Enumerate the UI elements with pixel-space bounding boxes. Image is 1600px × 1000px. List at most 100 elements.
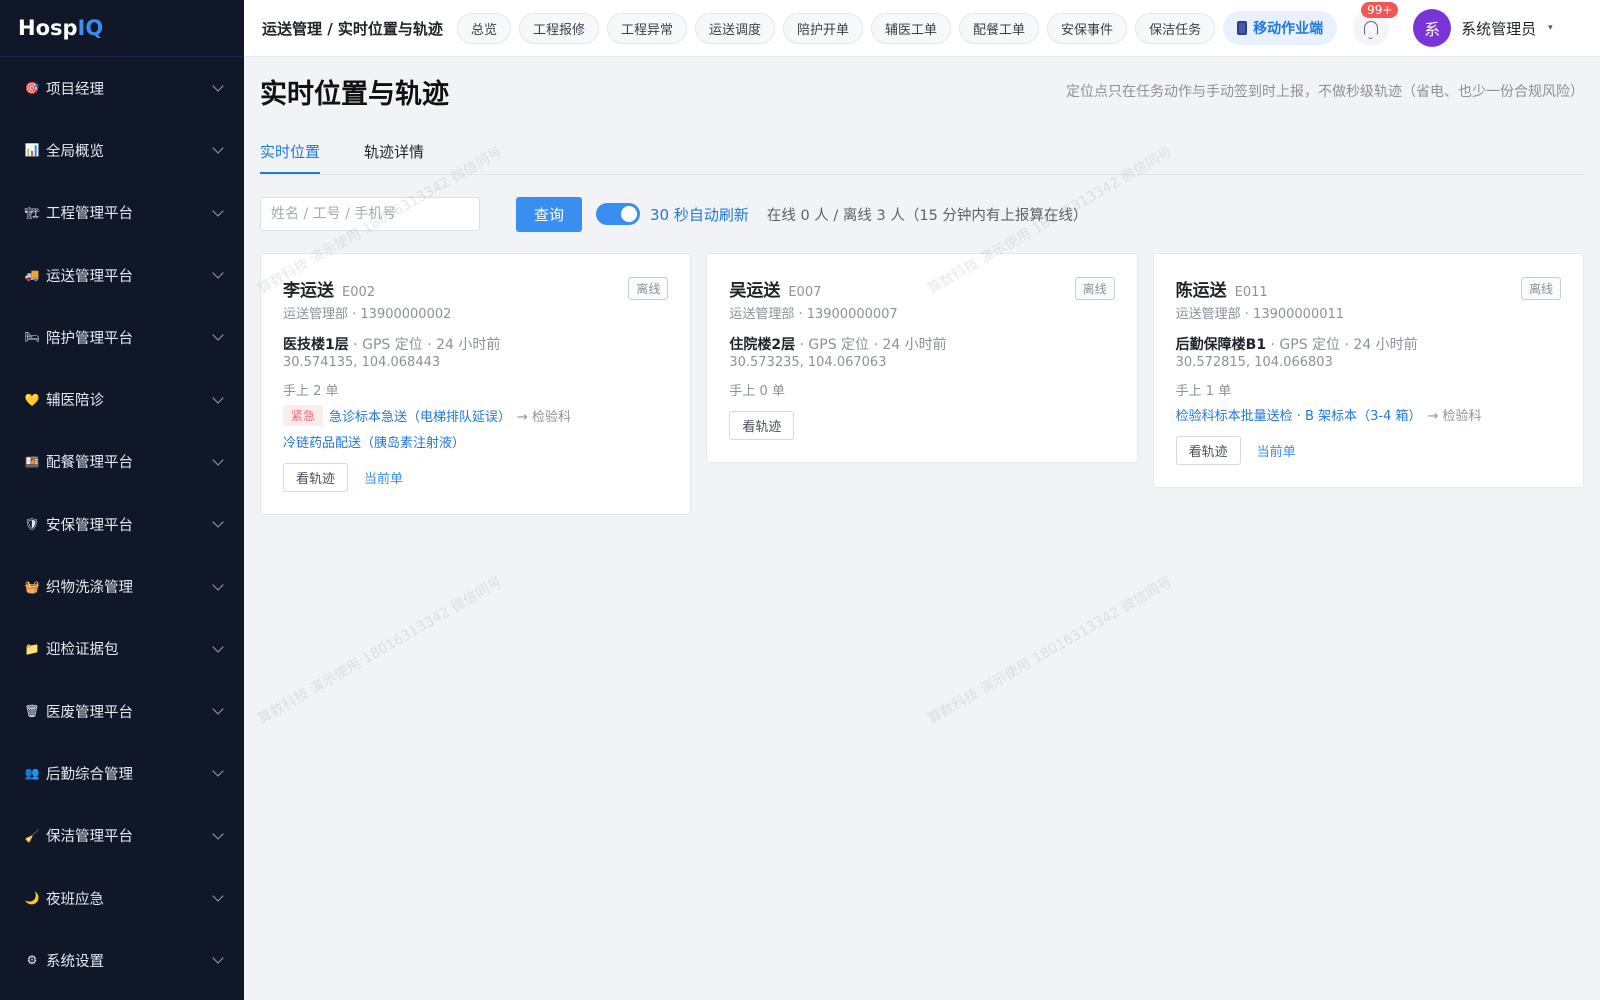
- sidebar: Hosp IQ 🎯 项目经理 📊 全局概览 🏗 工程管理平台 🚚 运送管理平台 🛏 陪护管理平台 💛 辅…: [0, 0, 244, 1000]
- quick-tab[interactable]: 安保事件: [1047, 12, 1128, 44]
- sidebar-item[interactable]: 🗑 医废管理平台: [0, 680, 244, 742]
- mobile-workspace-label: 移动作业端: [1253, 21, 1324, 37]
- sidebar-item[interactable]: 🍱 配餐管理平台: [0, 431, 244, 493]
- filter-toolbar: 查询 30 秒自动刷新 在线 0 人 / 离线 3 人（15 分钟内有上报算在线…: [260, 175, 1584, 253]
- chevron-down-icon: [212, 828, 224, 840]
- search-input[interactable]: [260, 197, 480, 231]
- chevron-down-icon: [212, 267, 224, 279]
- topbar: 运送管理 / 实时位置与轨迹 总览 工程报修 工程异常 运送调度 陪护开单 辅医工单 配餐工…: [244, 0, 1600, 57]
- sidebar-item-label: 安保管理平台: [46, 517, 133, 534]
- mobile-workspace-button[interactable]: 移动作业端: [1223, 11, 1338, 45]
- sidebar-item[interactable]: 💛 辅医陪诊: [0, 368, 244, 430]
- chevron-down-icon: [212, 578, 224, 591]
- order-link[interactable]: 检验科标本批量送检 · B 架标本（3-4 箱）: [1176, 405, 1422, 424]
- chevron-down-icon: [212, 952, 224, 964]
- order-link[interactable]: 急诊标本急送（电梯排队延误）: [329, 406, 511, 425]
- sidebar-item[interactable]: 🏗 工程管理平台: [0, 182, 244, 244]
- chevron-down-icon: [212, 703, 224, 715]
- user-menu-caret-icon[interactable]: ▾: [1548, 23, 1553, 33]
- moon-icon: 🌙: [24, 891, 40, 905]
- watermark-text: 算数科技 演示使用 18016313342 微信同号: [925, 574, 1176, 728]
- people-icon: 👥: [24, 766, 40, 781]
- location-meta: · GPS 定位 · 24 小时前: [1266, 337, 1418, 353]
- order-destination: → 检验科: [517, 410, 572, 425]
- status-badge: 离线: [628, 277, 669, 300]
- truck-icon: 🚚: [24, 268, 40, 283]
- card-actions: 看轨迹 当前单: [283, 463, 668, 492]
- quick-tabs: 总览 工程报修 工程异常 运送调度 陪护开单 辅医工单 配餐工单 安保事件 保洁任务: [456, 12, 1216, 44]
- view-track-button[interactable]: 看轨迹: [1175, 436, 1241, 465]
- query-button[interactable]: 查询: [516, 196, 582, 232]
- staff-card: 陈运送 E011 离线 运送管理部 · 13900000011 后勤保障楼B1 · GP…: [1152, 253, 1584, 488]
- coordinates: 30.574135, 104.068443: [283, 355, 441, 370]
- quick-tab[interactable]: 陪护开单: [783, 12, 864, 44]
- view-tabs: 实时位置 轨迹详情: [260, 125, 1584, 175]
- order-destination: → 检验科: [1427, 409, 1482, 424]
- avatar[interactable]: 系: [1413, 9, 1452, 47]
- sidebar-item-label: 系统设置: [46, 953, 104, 970]
- sidebar-item[interactable]: 📁 迎检证据包: [0, 618, 244, 680]
- status-badge: 离线: [1074, 277, 1115, 300]
- target-icon: 🎯: [24, 81, 40, 96]
- view-track-button[interactable]: 看轨迹: [283, 463, 349, 492]
- staff-id: E011: [1234, 285, 1268, 300]
- sidebar-item[interactable]: 🎯 项目经理: [0, 57, 244, 119]
- building-icon: 🏗: [24, 205, 40, 220]
- quick-tab[interactable]: 辅医工单: [871, 12, 952, 44]
- tab-realtime-location[interactable]: 实时位置: [260, 141, 321, 174]
- sidebar-item[interactable]: ⚙ 系统设置: [0, 929, 244, 991]
- sidebar-item[interactable]: 👥 后勤综合管理: [0, 742, 244, 804]
- quick-tab[interactable]: 工程异常: [606, 12, 687, 44]
- quick-tab[interactable]: 配餐工单: [959, 12, 1040, 44]
- app-logo[interactable]: Hosp IQ: [0, 0, 244, 57]
- chevron-down-icon: [212, 205, 224, 217]
- basket-icon: 🧺: [24, 579, 40, 594]
- chevron-down-icon: [212, 391, 224, 404]
- shield-icon: 🛡: [24, 517, 40, 532]
- sidebar-item[interactable]: 🧹 保洁管理平台: [0, 805, 244, 867]
- sidebar-item-label: 保洁管理平台: [46, 829, 133, 846]
- sidebar-item-label: 织物洗涤管理: [46, 580, 133, 597]
- card-actions: 看轨迹 当前单: [1175, 436, 1561, 465]
- quick-tab[interactable]: 总览: [456, 12, 511, 44]
- quick-tab[interactable]: 运送调度: [694, 12, 775, 44]
- notifications-button[interactable]: 99+: [1353, 2, 1399, 46]
- staff-card: 吴运送 E007 离线 运送管理部 · 13900000007 住院楼2层 · GPS …: [706, 253, 1138, 463]
- auto-refresh-toggle[interactable]: [596, 203, 640, 225]
- sidebar-item[interactable]: 🧺 织物洗涤管理: [0, 555, 244, 617]
- sidebar-item[interactable]: 📊 全局概览: [0, 119, 244, 181]
- view-track-button[interactable]: 看轨迹: [729, 411, 795, 440]
- current-order-link[interactable]: 当前单: [1257, 441, 1296, 460]
- card-actions: 看轨迹: [729, 411, 1114, 440]
- order-link[interactable]: 冷链药品配送（胰岛素注射液）: [283, 432, 465, 451]
- quick-tab[interactable]: 工程报修: [518, 12, 599, 44]
- chevron-down-icon: [212, 80, 224, 92]
- staff-cards: 李运送 E002 离线 运送管理部 · 13900000002 医技楼1层 · GPS …: [260, 253, 1584, 515]
- sidebar-item[interactable]: 🚚 运送管理平台: [0, 244, 244, 306]
- quick-tab[interactable]: 保洁任务: [1135, 12, 1216, 44]
- sidebar-item-label: 配餐管理平台: [46, 455, 133, 472]
- card-header: 吴运送 E007: [729, 276, 1114, 301]
- gear-icon: ⚙: [26, 953, 38, 968]
- sidebar-item[interactable]: 🛏 陪护管理平台: [0, 306, 244, 368]
- trash-icon: 🗑: [24, 704, 40, 719]
- chevron-down-icon: [212, 890, 224, 902]
- staff-id: E002: [342, 285, 376, 300]
- staff-name: 陈运送: [1175, 281, 1227, 301]
- staff-id: E007: [788, 285, 822, 300]
- sidebar-item-label: 运送管理平台: [46, 268, 133, 285]
- sidebar-item-label: 项目经理: [46, 81, 104, 98]
- building-name: 住院楼2层: [729, 337, 796, 353]
- location-line: 住院楼2层 · GPS 定位 · 24 小时前: [729, 334, 1114, 354]
- tab-track-details[interactable]: 轨迹详情: [364, 141, 424, 174]
- building-name: 医技楼1层: [283, 337, 349, 353]
- sidebar-item[interactable]: 🌙 夜班应急: [0, 867, 244, 929]
- current-order-link[interactable]: 当前单: [364, 468, 403, 487]
- chevron-down-icon: [212, 329, 224, 341]
- broom-icon: 🧹: [24, 828, 40, 843]
- location-line: 后勤保障楼B1 · GPS 定位 · 24 小时前: [1176, 334, 1561, 354]
- username[interactable]: 系统管理员: [1461, 18, 1536, 39]
- coordinates: 30.573235, 104.067063: [729, 355, 887, 370]
- chevron-down-icon: [212, 641, 224, 653]
- sidebar-item[interactable]: 🛡 安保管理平台: [0, 493, 244, 555]
